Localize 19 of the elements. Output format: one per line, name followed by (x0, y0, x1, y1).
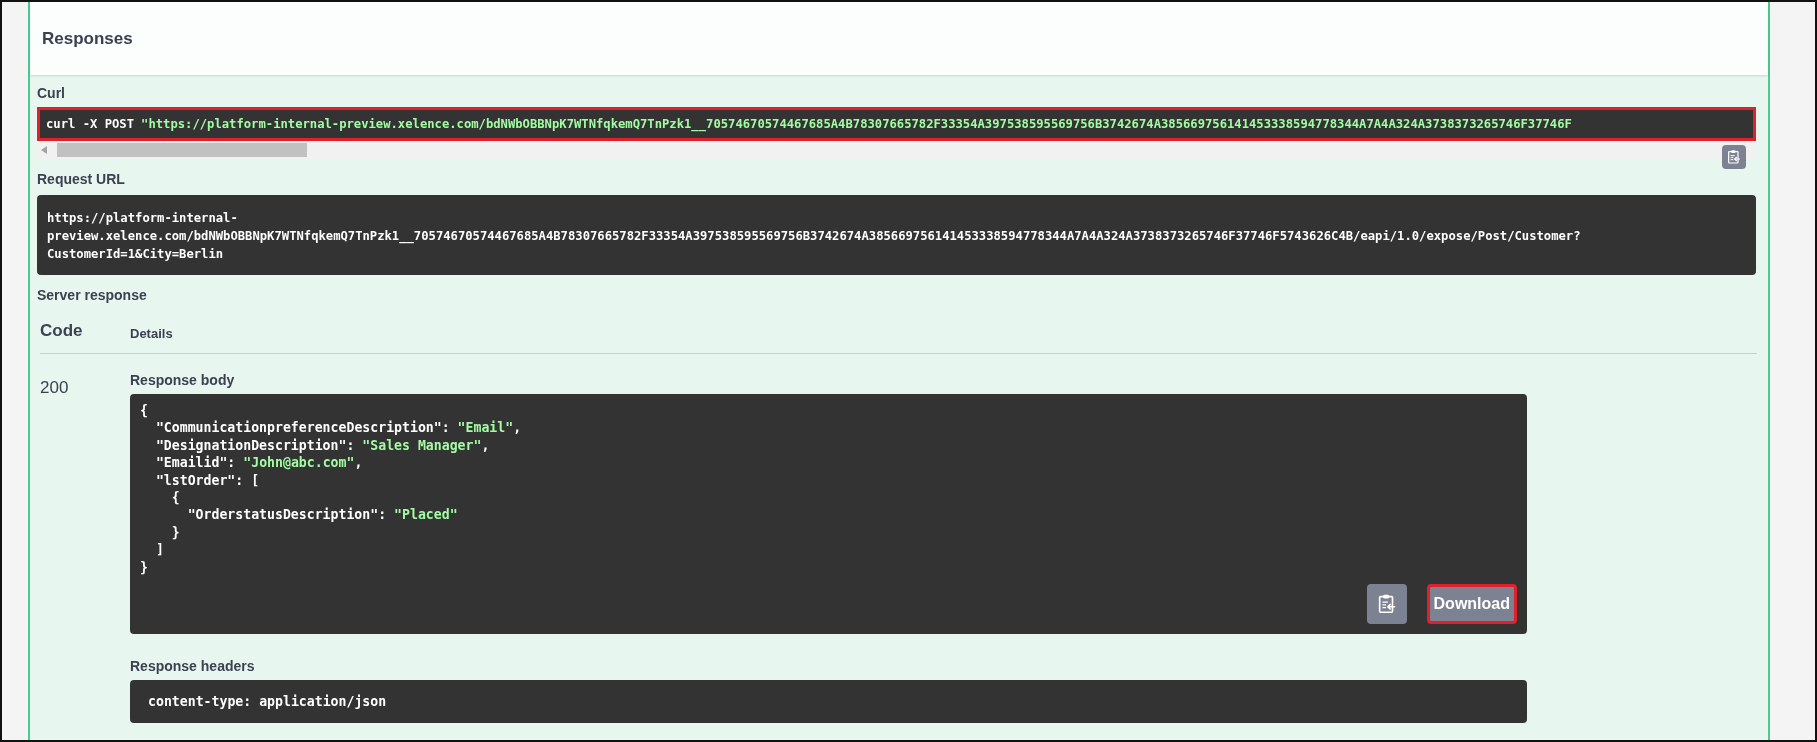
curl-command: curl -X POST (46, 117, 135, 131)
curl-label: Curl (37, 85, 66, 101)
scroll-left-icon[interactable] (41, 146, 47, 154)
status-code: 200 (40, 377, 70, 399)
curl-url: "https://platform-internal-preview.xelence.com/bdNWbOBBNpK7WTNfqkemQ7TnPzk1__70574670574467685A4B78307665782F33354A397538595569756B3742674A385669756141453338594778344A7A4A324A3738373265746F37746F (141, 117, 1572, 131)
response-headers-value: content-type: application/json (148, 693, 388, 711)
response-body-label: Response body (130, 372, 236, 388)
clipboard-icon (1726, 149, 1742, 165)
response-body-json: { "CommunicationpreferenceDescription": "Email", "DesignationDescription": "Sales Manager", "Emailid": "John@abc.com", "lstOrder": [ { "OrderstatusDescription": "Placed" } ] } (140, 402, 523, 577)
request-url-label: Request URL (37, 171, 126, 187)
request-url-value: https://platform-internal-preview.xelence.com/bdNWbOBBNpK7WTNfqkemQ7TnPzk1__70574670574467685A4B78307665782F33354A397538595569756B3742674A385669756141453338594778344A7A4A324A3738373265746F37746F5743626C4B/eapi/1.0/expose/Post/Customer?CustomerId=1&City=Berlin (37, 195, 1756, 275)
response-headers-label: Response headers (130, 658, 256, 675)
server-response-label: Server response (37, 287, 148, 303)
scrollbar-thumb[interactable] (57, 143, 307, 157)
download-button[interactable]: Download (1426, 584, 1517, 625)
column-header: Code (40, 315, 130, 354)
column-header: Details (130, 320, 1757, 354)
copy-button[interactable] (1366, 584, 1407, 625)
section-title: Responses (42, 28, 133, 49)
